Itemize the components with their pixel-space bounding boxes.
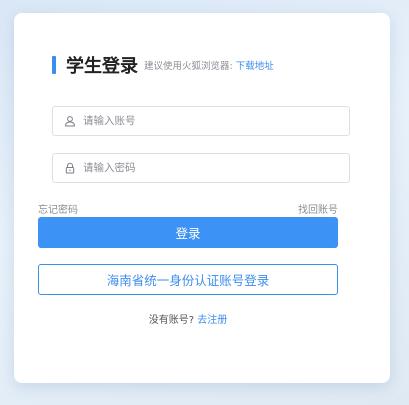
login-card: 学生登录 建议使用火狐浏览器: 下载地址 [14,13,390,383]
lock-icon [53,162,83,174]
account-input[interactable] [83,108,349,134]
password-input[interactable] [83,155,349,181]
register-link[interactable]: 去注册 [197,315,227,326]
login-header: 学生登录 建议使用火狐浏览器: 下载地址 [52,50,274,80]
retrieve-account-link[interactable]: 找回账号 [298,201,338,216]
download-link[interactable]: 下载地址 [236,61,274,72]
user-icon [53,115,83,127]
forgot-password-link[interactable]: 忘记密码 [38,201,78,216]
browser-hint: 建议使用火狐浏览器: 下载地址 [144,58,274,72]
account-help-links: 忘记密码 找回账号 [38,201,338,216]
title-accent-bar [52,56,56,74]
login-button[interactable]: 登录 [38,217,338,248]
password-field[interactable] [52,153,350,183]
no-account-text: 没有账号? [148,315,195,326]
register-prompt: 没有账号? 去注册 [38,311,338,326]
page-title: 学生登录 [66,56,138,77]
account-field[interactable] [52,106,350,136]
unified-identity-login-button[interactable]: 海南省统一身份认证账号登录 [38,264,338,295]
browser-hint-text: 建议使用火狐浏览器: [144,61,233,72]
